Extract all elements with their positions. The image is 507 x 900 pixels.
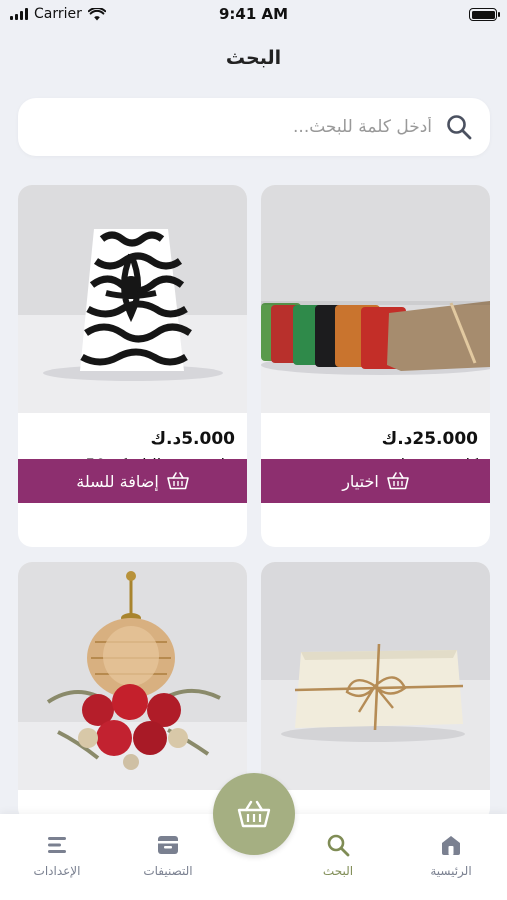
- nav-item-home[interactable]: الرئيسية: [401, 832, 501, 878]
- page-title: البحث: [225, 47, 282, 69]
- product-price: 25.000د.ك: [381, 429, 478, 449]
- nav-item-settings[interactable]: الإعدادات: [7, 832, 107, 878]
- nav-item-categories[interactable]: التصنيفات: [118, 832, 218, 878]
- nav-label-settings: الإعدادات: [33, 864, 81, 878]
- product-card[interactable]: 25.000د.ك كلتش - صناعة يدوية اختيار: [261, 185, 490, 547]
- search-bar: [18, 98, 490, 156]
- product-card[interactable]: [261, 562, 490, 822]
- search-icon: [327, 834, 350, 857]
- nav-item-search[interactable]: البحث: [288, 832, 388, 878]
- product-card[interactable]: [18, 562, 247, 822]
- nav-label-search: البحث: [322, 864, 354, 878]
- search-input[interactable]: [52, 98, 432, 156]
- categories-icon: [158, 836, 178, 854]
- status-bar: Carrier 9:41 AM: [0, 0, 507, 30]
- basket-icon: [237, 800, 271, 828]
- product-info: 25.000د.ك كلتش - صناعة يدوية اختيار: [261, 413, 490, 503]
- add-to-cart-button[interactable]: إضافة للسلة: [18, 459, 247, 503]
- search-icon[interactable]: [444, 112, 474, 142]
- clock: 9:41 AM: [218, 5, 289, 23]
- search-screen: Carrier 9:41 AM البحث أدخل كلمة للبحث...…: [0, 0, 507, 900]
- button-label: إضافة للسلة: [76, 471, 159, 491]
- button-label: اختيار: [342, 471, 379, 491]
- product-image-baroque-box[interactable]: [18, 185, 247, 413]
- nav-label-categories: التصنيفات: [143, 864, 193, 878]
- battery-icon: [469, 8, 500, 21]
- cart-button[interactable]: [213, 773, 295, 855]
- product-image-gift-box[interactable]: [261, 562, 490, 790]
- home-icon: [442, 836, 460, 855]
- product-info: 5.000د.ك علبة نقشة الباروكو 50 إضافة للس…: [18, 413, 247, 503]
- choose-options-button[interactable]: اختيار: [261, 459, 490, 503]
- product-card[interactable]: 5.000د.ك علبة نقشة الباروكو 50 إضافة للس…: [18, 185, 247, 547]
- product-image-clutch[interactable]: [261, 185, 490, 413]
- product-price: 5.000د.ك: [150, 429, 235, 449]
- nav-label-home: الرئيسية: [430, 864, 472, 878]
- product-image-flower-lantern[interactable]: [18, 562, 247, 790]
- settings-icon: [48, 837, 66, 853]
- basket-icon: [386, 472, 409, 490]
- basket-icon: [166, 472, 189, 490]
